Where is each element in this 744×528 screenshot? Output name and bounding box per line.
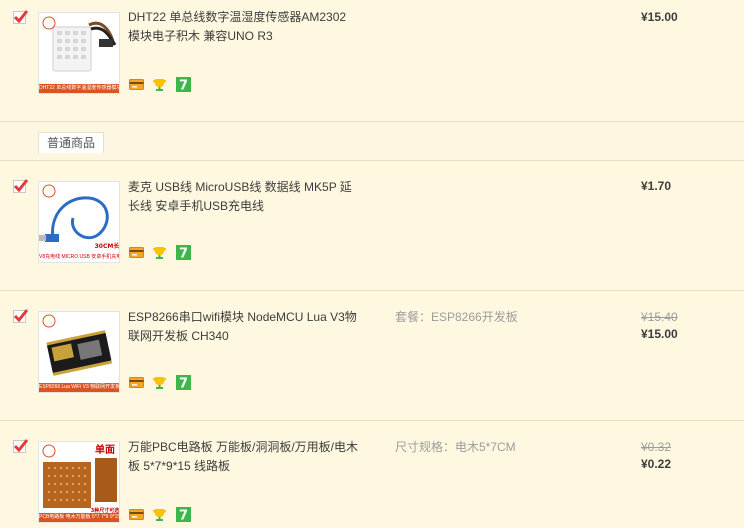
item-checkbox[interactable] — [13, 439, 29, 453]
unit-price: ¥0.22 — [641, 457, 672, 471]
trophy-icon[interactable] — [152, 245, 167, 260]
original-price: ¥0.32 — [641, 440, 672, 454]
seven-day-return-icon[interactable]: 7 — [175, 77, 191, 93]
checkmark-icon — [13, 309, 29, 323]
original-price: ¥15.40 — [641, 310, 678, 324]
sku-spec: 尺寸规格：电木5*7CM — [395, 440, 516, 454]
unit-price: ¥1.70 — [641, 179, 672, 193]
svg-text:7: 7 — [179, 377, 188, 391]
cart-item-row: 30CM长 V8充电线 MICRO USB 安卓手机充电线 MK5P 麦克 US… — [0, 161, 744, 291]
esp8266-board-image — [42, 314, 113, 376]
dht22-sensor-image — [42, 16, 117, 72]
thumbnail-caption: DHT22 单总线数字温湿度传感器模块 — [39, 84, 119, 93]
credit-card-icon[interactable] — [129, 245, 144, 260]
product-thumbnail[interactable]: ESP8266 Lua WiFi V3 物联网开发板 CH340 — [38, 311, 120, 393]
svg-text:7: 7 — [179, 247, 188, 261]
product-title-link[interactable]: 万能PBC电路板 万能板/洞洞板/万用板/电木板 5*7*9*15 线路板 — [128, 438, 358, 476]
item-checkbox[interactable] — [13, 10, 29, 24]
service-badges: 7 — [129, 77, 195, 93]
item-checkbox[interactable] — [13, 309, 29, 323]
thumbnail-note: 30CM长 — [95, 242, 120, 250]
thumbnail-caption: PCB电路板 电木万能板 5*7 7*9 9*15 — [39, 513, 119, 522]
product-title-link[interactable]: DHT22 单总线数字温湿度传感器AM2302模块电子积木 兼容UNO R3 — [128, 8, 358, 46]
trophy-icon[interactable] — [152, 77, 167, 92]
unit-price: ¥15.00 — [641, 10, 678, 24]
thumbnail-heading: 单面 — [95, 443, 115, 456]
product-thumbnail[interactable]: 单面 3种尺寸可选 PCB电路板 电木万能板 5*7 7*9 9*15 — [38, 441, 120, 523]
seven-day-return-icon[interactable]: 7 — [175, 375, 191, 391]
thumbnail-caption: V8充电线 MICRO USB 安卓手机充电线 MK5P — [39, 253, 119, 262]
checkmark-icon — [13, 179, 29, 193]
group-label: 普通商品 — [38, 132, 105, 153]
checkmark-icon — [13, 10, 29, 24]
credit-card-icon[interactable] — [129, 507, 144, 522]
cart-item-row: 单面 3种尺寸可选 PCB电路板 电木万能板 5*7 7*9 9*15 万能PB… — [0, 421, 744, 528]
service-badges: 7 — [129, 245, 195, 261]
item-checkbox[interactable] — [13, 179, 29, 193]
group-header: 普通商品 — [0, 122, 744, 161]
seven-day-return-icon[interactable]: 7 — [175, 245, 191, 261]
service-badges: 7 — [129, 375, 195, 391]
product-title-link[interactable]: 麦克 USB线 MicroUSB线 数据线 MK5P 延长线 安卓手机USB充电… — [128, 178, 358, 216]
usb-cable-image: 30CM长 — [39, 184, 120, 250]
product-thumbnail[interactable]: DHT22 单总线数字温湿度传感器模块 — [38, 12, 120, 94]
credit-card-icon[interactable] — [129, 375, 144, 390]
svg-text:7: 7 — [179, 79, 188, 93]
svg-text:7: 7 — [179, 509, 188, 523]
unit-price: ¥15.00 — [641, 327, 678, 341]
trophy-icon[interactable] — [152, 507, 167, 522]
pcb-board-image: 单面 3种尺寸可选 — [42, 443, 119, 514]
sku-spec: 套餐：ESP8266开发板 — [395, 310, 518, 324]
cart-item-row: DHT22 单总线数字温湿度传感器模块 DHT22 单总线数字温湿度传感器AM2… — [0, 0, 744, 122]
thumbnail-caption: ESP8266 Lua WiFi V3 物联网开发板 CH340 — [39, 383, 119, 392]
seven-day-return-icon[interactable]: 7 — [175, 507, 191, 523]
credit-card-icon[interactable] — [129, 77, 144, 92]
checkmark-icon — [13, 439, 29, 453]
trophy-icon[interactable] — [152, 375, 167, 390]
product-thumbnail[interactable]: 30CM长 V8充电线 MICRO USB 安卓手机充电线 MK5P — [38, 181, 120, 263]
service-badges: 7 — [129, 507, 195, 523]
cart-item-row: ESP8266 Lua WiFi V3 物联网开发板 CH340 ESP8266… — [0, 291, 744, 421]
product-title-link[interactable]: ESP8266串口wifi模块 NodeMCU Lua V3物联网开发板 CH3… — [128, 308, 358, 346]
